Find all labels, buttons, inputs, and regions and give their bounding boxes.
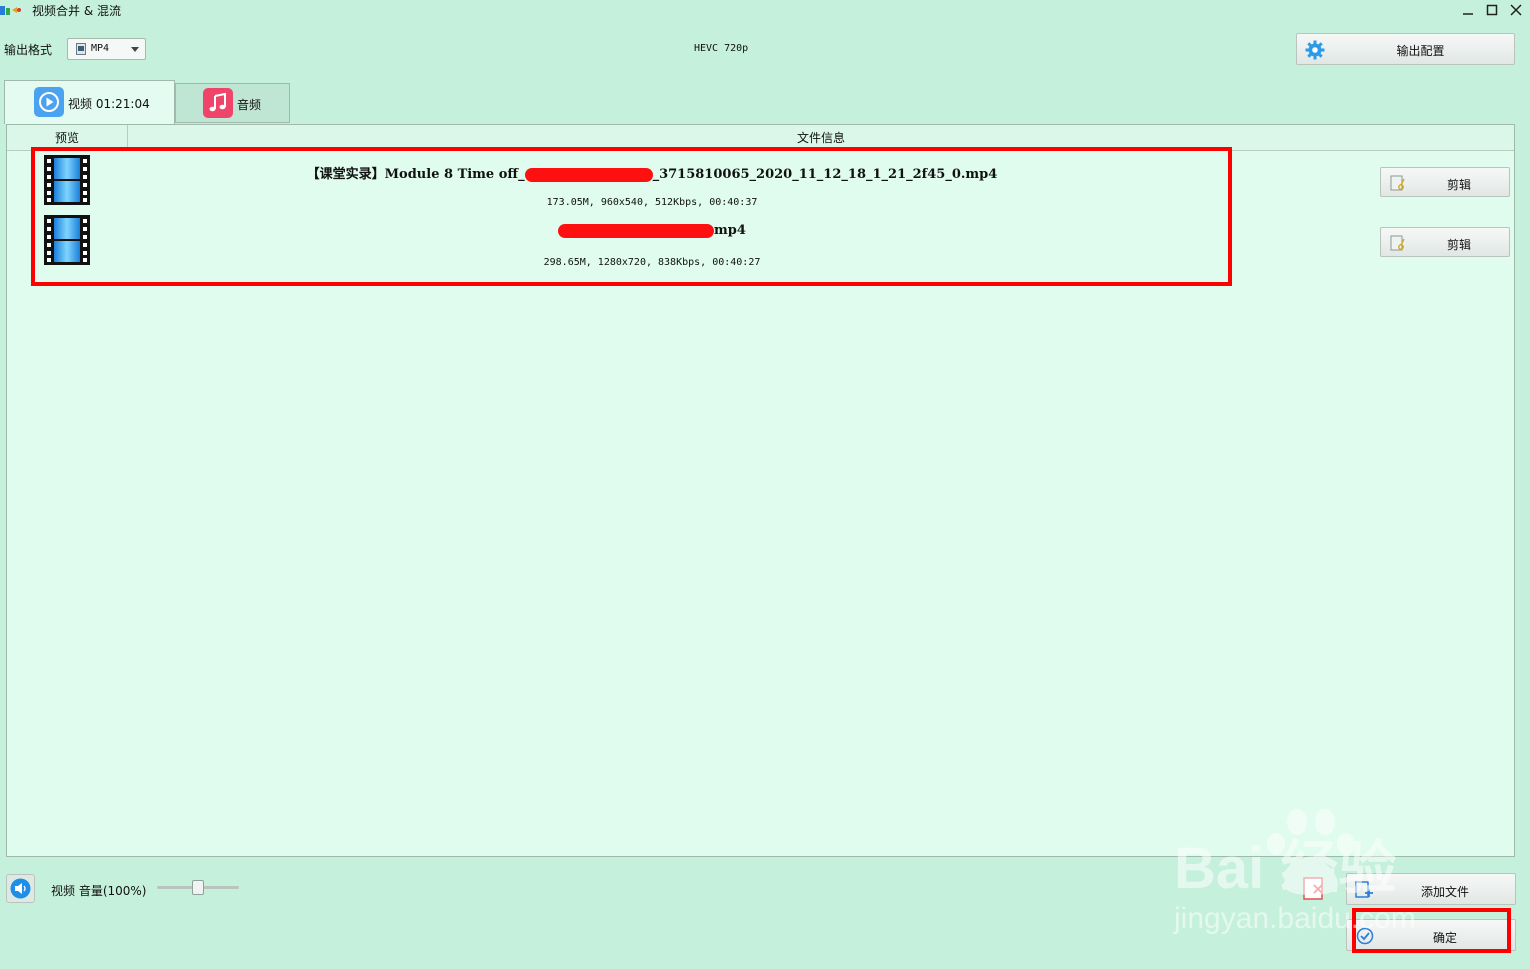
window-title: 视频合并 & 混流: [32, 4, 121, 18]
tab-video-label: 视频 01:21:04: [68, 97, 150, 111]
app-logo-icon: [0, 6, 21, 15]
highlight-box: [1352, 908, 1511, 953]
output-format-value: MP4: [91, 43, 110, 54]
close-icon: [1510, 4, 1522, 16]
chevron-down-icon: [131, 47, 139, 52]
trim-button-label: 剪辑: [1446, 178, 1471, 192]
volume-slider[interactable]: [157, 880, 239, 896]
tab-video[interactable]: 视频 01:21:04: [4, 80, 175, 124]
output-config-button[interactable]: 输出配置: [1296, 33, 1515, 65]
add-file-button[interactable]: 添加文件: [1346, 873, 1516, 905]
minimize-button[interactable]: [1456, 0, 1480, 20]
output-format-select[interactable]: MP4: [67, 38, 146, 60]
file-format-icon: [76, 43, 86, 55]
music-note-icon: [203, 88, 233, 118]
clear-list-icon: [1303, 877, 1323, 900]
close-button[interactable]: [1504, 0, 1528, 20]
codec-info: HEVC 720p: [694, 43, 749, 54]
maximize-icon: [1486, 4, 1498, 16]
title-bar: 视频合并 & 混流: [0, 0, 1530, 20]
highlight-box: [31, 147, 1232, 286]
maximize-button[interactable]: [1480, 0, 1504, 20]
trim-button[interactable]: 剪辑: [1380, 227, 1510, 257]
tab-audio[interactable]: 音频: [175, 83, 290, 123]
clear-list-button[interactable]: [1300, 873, 1330, 903]
volume-slider-thumb[interactable]: [192, 880, 204, 895]
output-format-label: 输出格式: [4, 43, 53, 57]
speaker-icon: [10, 878, 31, 899]
output-config-label: 输出配置: [1396, 44, 1445, 58]
file-list-panel: 预览 文件信息 【课堂实录】Module 8 Time off_ _3715810…: [6, 124, 1515, 857]
volume-label: 视频 音量(100%): [51, 884, 147, 898]
add-file-label: 添加文件: [1420, 885, 1469, 899]
tab-audio-label: 音频: [237, 98, 262, 112]
play-icon: [34, 87, 64, 117]
mute-button[interactable]: [6, 874, 35, 903]
trim-button-label: 剪辑: [1446, 238, 1471, 252]
trim-button[interactable]: 剪辑: [1380, 167, 1510, 197]
minimize-icon: [1463, 13, 1473, 15]
